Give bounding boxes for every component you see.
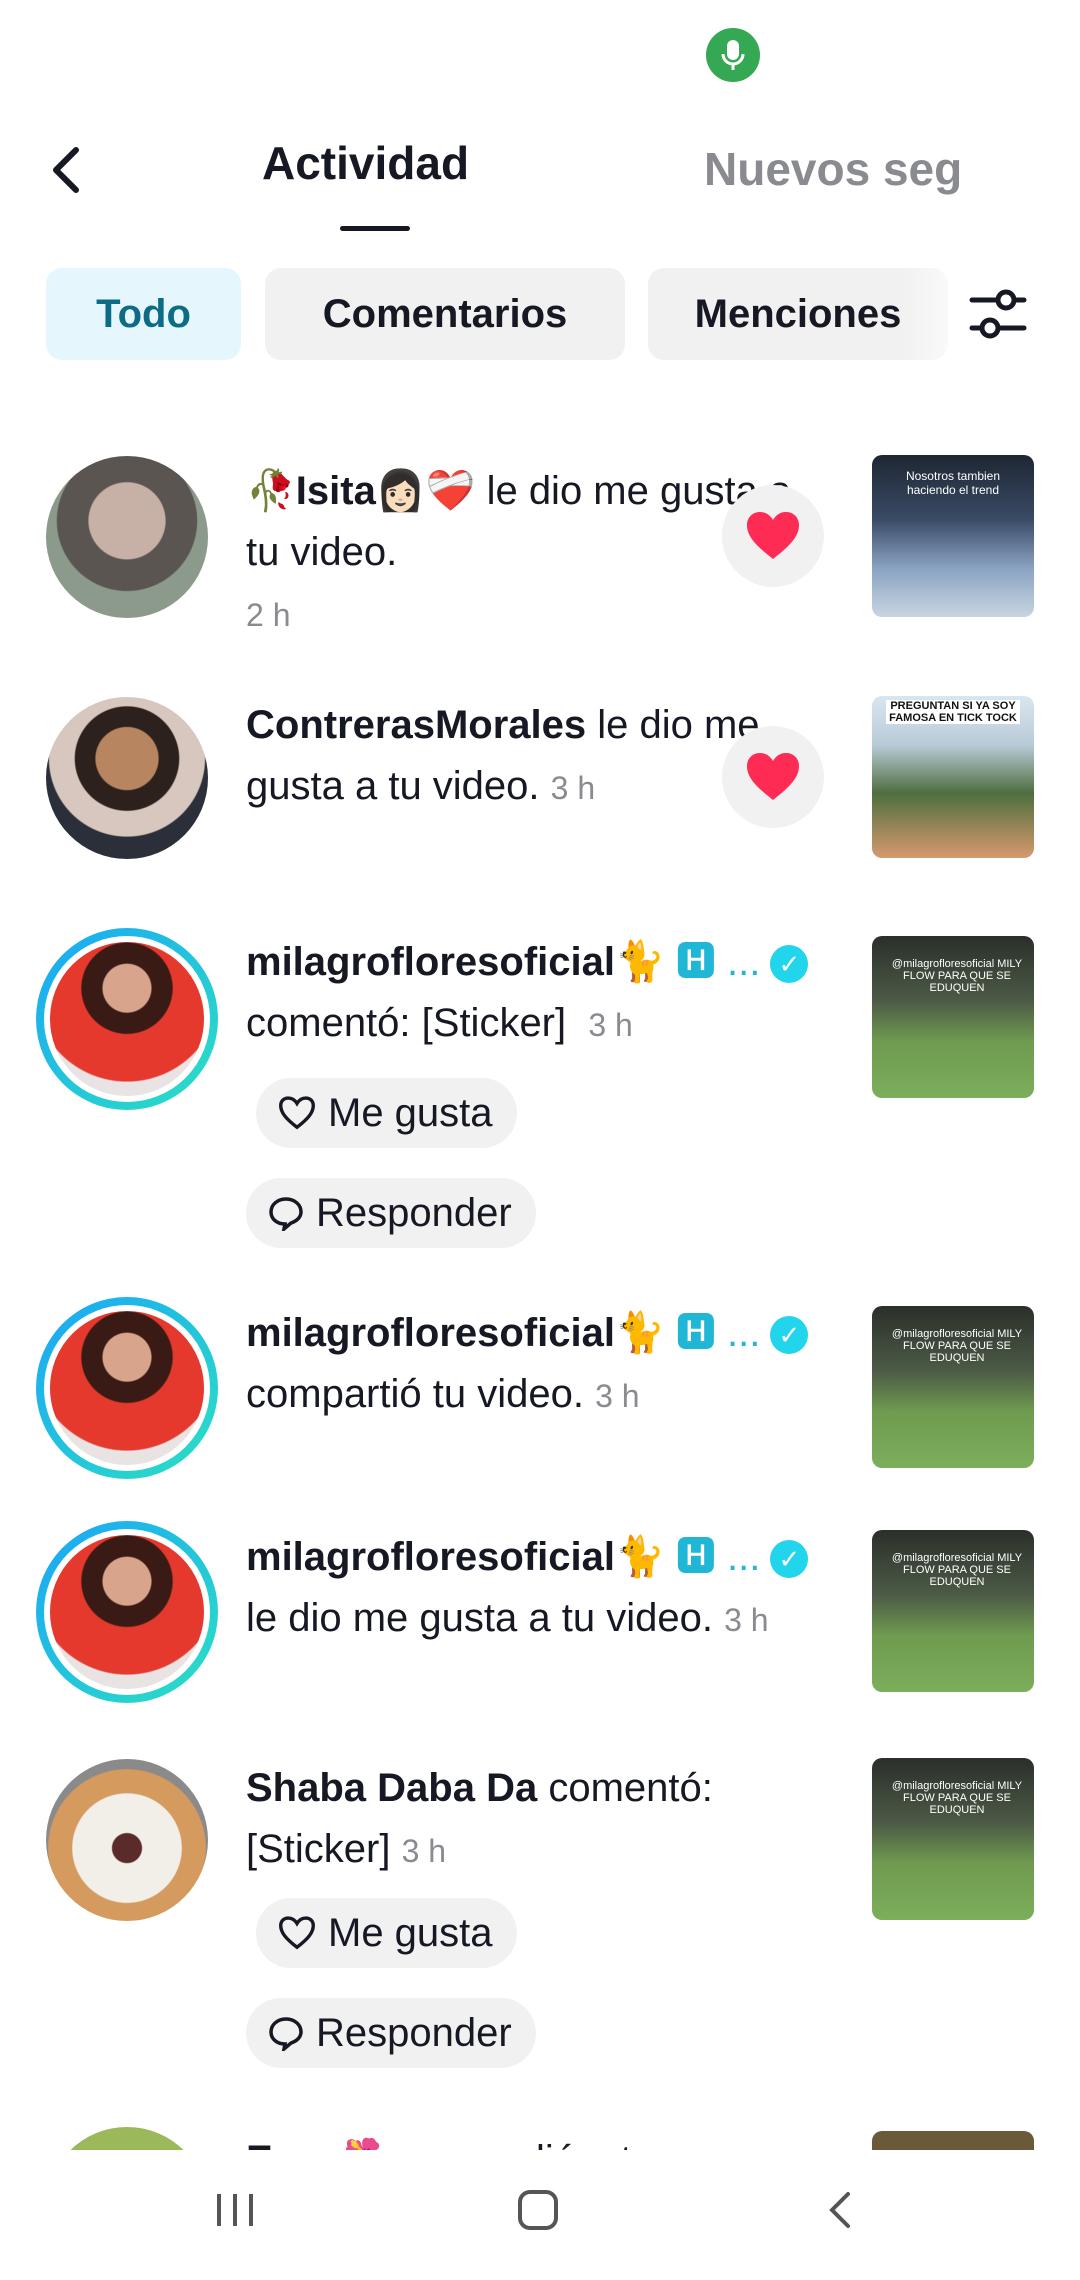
filter-settings-icon[interactable]	[968, 286, 1028, 342]
thumbnail-caption: @milagrofloresoficial MILY FLOW PARA QUE…	[891, 1552, 1023, 1588]
avatar[interactable]	[46, 1759, 208, 1921]
verified-badge-icon: ✓	[770, 1316, 809, 1355]
thumbnail-caption: @milagrofloresoficial MILY FLOW PARA QUE…	[891, 1780, 1023, 1816]
avatar[interactable]	[46, 697, 208, 859]
liked-heart-icon[interactable]	[722, 726, 824, 828]
video-thumbnail[interactable]: PREGUNTAN SI YA SOY FAMOSA EN TICK TOCK	[872, 696, 1034, 858]
verified-badge-icon: ✓	[770, 945, 809, 984]
avatar-story-ring[interactable]	[36, 1297, 218, 1479]
avatar-story-ring[interactable]	[36, 928, 218, 1110]
thumbnail-caption: PREGUNTAN SI YA SOY FAMOSA EN TICK TOCK	[886, 700, 1020, 724]
avatar[interactable]	[46, 456, 208, 618]
speech-bubble-icon	[269, 1197, 303, 1231]
reply-button[interactable]: Responder	[246, 1178, 536, 1248]
notification-text: Shaba Daba Da comentó: [Sticker] 3 h	[246, 1766, 713, 1871]
notification-text: ContrerasMorales le dio me gusta a tu vi…	[246, 703, 760, 808]
thumbnail-caption: Nosotros tambien haciendo el trend	[905, 469, 1001, 497]
video-thumbnail[interactable]: Nosotros tambien haciendo el trend	[872, 455, 1034, 617]
heart-outline-icon	[279, 1916, 315, 1950]
notification-text: 🥀Isita👩🏻❤️‍🩹 le dio me gusta a tu video.…	[246, 469, 792, 633]
back-arrow-icon[interactable]	[40, 140, 100, 200]
like-comment-button[interactable]: Me gusta	[256, 1078, 517, 1148]
like-comment-button[interactable]: Me gusta	[256, 1898, 517, 1968]
heart-outline-icon	[279, 1096, 315, 1130]
liked-heart-icon[interactable]	[722, 485, 824, 587]
microphone-indicator-icon	[706, 28, 760, 82]
recent-apps-icon[interactable]	[214, 2190, 256, 2235]
video-thumbnail[interactable]: @milagrofloresoficial MILY FLOW PARA QUE…	[872, 1758, 1034, 1920]
notification-text: milagrofloresoficial🐈 🅷 ... ✓ compartió t…	[246, 1303, 846, 1427]
tab-actividad[interactable]: Actividad	[262, 136, 469, 190]
tab-underline	[340, 226, 410, 231]
tab-nuevos-seguidores[interactable]: Nuevos seg	[704, 142, 964, 196]
video-thumbnail[interactable]: @milagrofloresoficial MILY FLOW PARA QUE…	[872, 1530, 1034, 1692]
home-icon[interactable]	[516, 2188, 560, 2237]
reply-button[interactable]: Responder	[246, 1998, 536, 2068]
header: Actividad Nuevos seg	[0, 120, 1080, 240]
notification-text: milagrofloresoficial🐈 🅷 ... ✓ le dio me g…	[246, 1527, 846, 1651]
notification-text: milagrofloresoficial🐈 🅷 ... ✓ comentó: [S…	[246, 932, 846, 1056]
thumbnail-caption: @milagrofloresoficial MILY FLOW PARA QUE…	[891, 958, 1023, 994]
verified-badge-icon: ✓	[770, 1540, 809, 1579]
video-thumbnail[interactable]: @milagrofloresoficial MILY FLOW PARA QUE…	[872, 1306, 1034, 1468]
system-navigation-bar	[0, 2150, 1080, 2280]
thumbnail-caption: @milagrofloresoficial MILY FLOW PARA QUE…	[891, 1328, 1023, 1364]
video-thumbnail[interactable]: @milagrofloresoficial MILY FLOW PARA QUE…	[872, 936, 1034, 1098]
speech-bubble-icon	[269, 2017, 303, 2051]
chip-todo[interactable]: Todo	[46, 268, 241, 360]
back-nav-icon[interactable]	[822, 2190, 858, 2235]
chip-comentarios[interactable]: Comentarios	[265, 268, 625, 360]
avatar-story-ring[interactable]	[36, 1521, 218, 1703]
